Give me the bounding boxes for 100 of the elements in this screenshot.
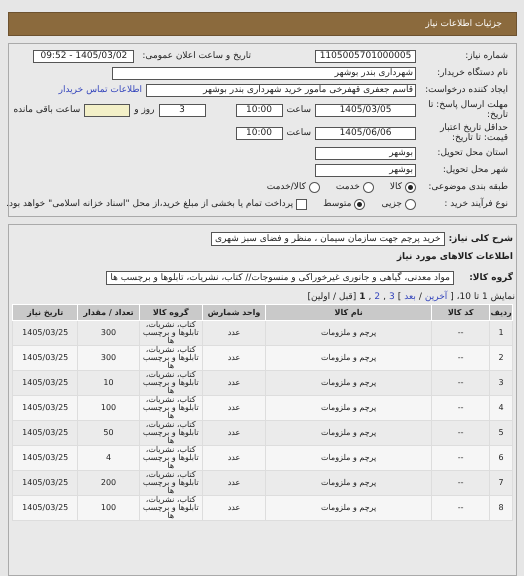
column-header: تاریخ نیاز: [12, 304, 78, 320]
table-cell: 3: [490, 370, 512, 396]
option-label: کالا: [390, 182, 402, 192]
table-cell: 6: [490, 446, 512, 470]
field-label: ساعت: [286, 128, 311, 138]
field-label: شماره نیاز:: [464, 51, 508, 61]
table-cell: 1405/03/25: [12, 470, 78, 496]
creator-field[interactable]: قاسم جعفری قهفرخی مامور خرید شهرداری بندر بوشهر: [146, 84, 416, 96]
radio-button[interactable]: [354, 198, 366, 210]
table-cell: 1405/03/25: [12, 346, 78, 370]
table-cell: عدد: [202, 496, 266, 520]
table-cell: عدد: [202, 346, 266, 370]
table-cell: پرچم و ملزومات: [266, 320, 432, 346]
table-cell: 5: [490, 420, 512, 446]
goods-group-field[interactable]: مواد معدنی، گیاهی و جانوری غیرخوراکی و منسوجات// کتاب، نشریات، تابلوها و برچسب ها: [106, 271, 454, 285]
table-cell: پرچم و ملزومات: [266, 446, 432, 470]
field-label: حداقل تاریخ اعتبار قیمت: تا تاریخ:: [438, 123, 508, 143]
radio-button[interactable]: [405, 182, 416, 192]
table-cell: 200: [78, 470, 140, 496]
column-header: نام کالا: [266, 304, 432, 320]
table-cell: --: [432, 446, 490, 470]
pagination-text: ]: [398, 292, 402, 302]
table-cell: 1: [490, 320, 512, 346]
column-header: واحد شمارش: [202, 304, 266, 320]
table-cell: --: [432, 420, 490, 446]
table-cell: کتاب، نشریات، تابلوها و برچسب ها: [139, 370, 202, 396]
table-cell: 1405/03/25: [12, 396, 78, 420]
column-header: کد کالا: [432, 304, 490, 320]
page-header: جزئیات اطلاعات نیاز: [8, 12, 517, 36]
table-cell: --: [432, 396, 490, 420]
deadline-time-field[interactable]: 10:00: [236, 104, 282, 116]
radio-button[interactable]: [308, 182, 320, 192]
table-cell: 1405/03/25: [12, 446, 78, 470]
province-field[interactable]: بوشهر: [315, 146, 416, 160]
validity-time-field[interactable]: 10:00: [236, 126, 282, 140]
page-link[interactable]: 2: [374, 292, 380, 302]
hours-field[interactable]: [84, 104, 130, 116]
table-cell: عدد: [202, 370, 266, 396]
validity-date-field[interactable]: 1405/06/06: [315, 126, 416, 140]
field-label: گروه کالا:: [468, 273, 513, 283]
table-cell: 50: [78, 420, 140, 446]
pagination-text: نمایش 1 تا 10، [: [450, 292, 515, 302]
table-cell: --: [432, 320, 490, 346]
table-cell: --: [432, 496, 490, 520]
section-title: اطلاعات کالاهای مورد نیاز: [396, 252, 513, 262]
pagination-text: [قبل / اولین]: [307, 292, 356, 302]
buyer-field[interactable]: شهرداری بندر بوشهر: [112, 66, 416, 80]
need-number-field[interactable]: 1105005701000005: [315, 50, 416, 62]
table-cell: 1405/03/25: [12, 370, 78, 396]
radio-button[interactable]: [362, 182, 374, 192]
deadline-date-field[interactable]: 1405/03/05: [315, 104, 416, 116]
column-header: تعداد / مقدار: [78, 304, 140, 320]
field-label: شرح کلی نیاز:: [448, 234, 513, 244]
field-label: تاریخ و ساعت اعلان عمومی:: [142, 51, 251, 61]
column-header: گروه کالا: [139, 304, 202, 320]
announce-date-field[interactable]: 1405/03/02 - 09:52: [33, 50, 134, 62]
field-label: ایجاد کننده درخواست:: [424, 85, 508, 95]
table-cell: عدد: [202, 320, 266, 346]
table-cell: --: [432, 346, 490, 370]
pagination-text: ,: [368, 292, 372, 302]
pagination-text: ,: [383, 292, 386, 302]
table-cell: 300: [78, 320, 140, 346]
option-label: کالا/خدمت: [266, 182, 306, 192]
days-field[interactable]: 3: [158, 104, 206, 116]
field-label: استان محل تحویل:: [436, 148, 508, 158]
city-field[interactable]: بوشهر: [315, 164, 416, 176]
table-cell: کتاب، نشریات، تابلوها و برچسب ها: [139, 320, 202, 346]
field-label: ساعت باقی مانده: [13, 105, 80, 115]
table-cell: 100: [78, 496, 140, 520]
checkbox-label: پرداخت تمام یا بخشی از مبلغ خرید،از محل "اسناد خزانه اسلامی" خواهد بود.: [6, 199, 294, 209]
table-cell: عدد: [202, 446, 266, 470]
table-cell: پرچم و ملزومات: [266, 496, 432, 520]
table-cell: --: [432, 470, 490, 496]
column-header: ردیف: [490, 304, 512, 320]
page-link[interactable]: 3: [389, 292, 395, 302]
field-label: شهر محل تحویل:: [442, 165, 508, 175]
table-cell: 4: [78, 446, 140, 470]
field-label: ساعت: [286, 105, 311, 115]
field-label: نوع فرآیند خرید :: [443, 199, 508, 209]
table-cell: کتاب، نشریات، تابلوها و برچسب ها: [139, 346, 202, 370]
table-cell: 1405/03/25: [12, 496, 78, 520]
table-cell: عدد: [202, 396, 266, 420]
table-cell: کتاب، نشریات، تابلوها و برچسب ها: [139, 396, 202, 420]
table-cell: کتاب، نشریات، تابلوها و برچسب ها: [139, 420, 202, 446]
table-cell: پرچم و ملزومات: [266, 470, 432, 496]
table-cell: عدد: [202, 470, 266, 496]
table-cell: 300: [78, 346, 140, 370]
page-link[interactable]: آخرین: [424, 292, 448, 302]
table-cell: کتاب، نشریات، تابلوها و برچسب ها: [139, 446, 202, 470]
current-page: 1: [359, 292, 366, 302]
summary-field[interactable]: خرید پرچم جهت سازمان سیمان ، منظر و فضای سبز شهری: [211, 232, 445, 246]
option-label: خدمت: [336, 182, 360, 192]
option-label: جزیی: [381, 199, 402, 209]
table-cell: 8: [490, 496, 512, 520]
table-cell: 1405/03/25: [12, 320, 78, 346]
radio-button[interactable]: [405, 198, 416, 210]
field-label: طبقه بندی موضوعی:: [427, 182, 508, 192]
contact-link[interactable]: اطلاعات تماس خریدار: [58, 85, 142, 95]
checkbox[interactable]: [296, 198, 308, 210]
page-link[interactable]: بعد: [404, 292, 416, 302]
